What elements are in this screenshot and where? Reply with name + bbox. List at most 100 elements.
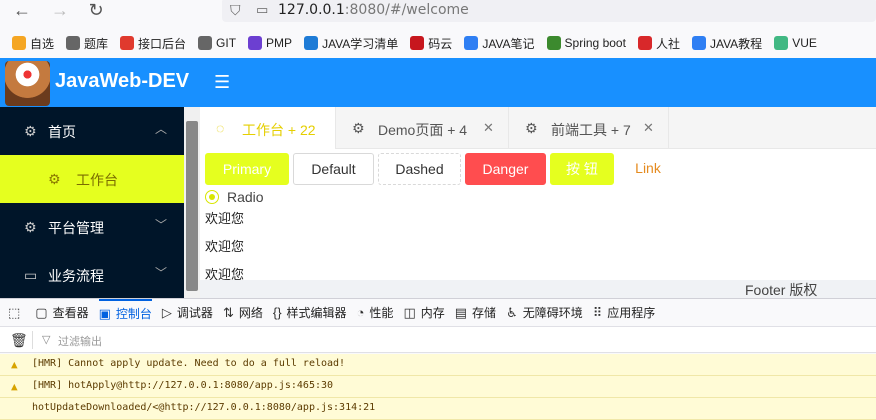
bookmark-favicon-icon (464, 36, 479, 50)
bookmark-label: VUE (792, 36, 817, 50)
link-button[interactable]: Link (618, 153, 678, 185)
filter-icon: ▽ (42, 334, 51, 346)
filter-input[interactable]: 过滤输出 (58, 333, 102, 349)
bookmark-favicon-icon (304, 36, 319, 50)
bookmark-item[interactable]: Spring boot (546, 36, 626, 50)
chevron-down-icon: ﹀ (155, 266, 168, 280)
danger-button[interactable]: Danger (465, 153, 546, 185)
radio-dot[interactable] (205, 190, 219, 204)
bookmark-item[interactable]: JAVA教程 (691, 35, 763, 52)
bookmark-item[interactable]: 人社 (637, 35, 680, 52)
forward-icon[interactable]: → (48, 0, 72, 20)
bookmark-item[interactable]: 题库 (66, 35, 108, 52)
picker-icon[interactable]: ⬚ (8, 299, 25, 327)
radio-option[interactable]: Radio (205, 187, 264, 207)
bookmark-label: 码云 (428, 36, 453, 51)
tab-storage[interactable]: ▤ 存储 (455, 299, 496, 327)
tab-frontend-tools[interactable]: ⚙ 前端工具 + 7 ✕ (509, 107, 669, 149)
tab-accessibility[interactable]: ♿ 无障碍环境 (506, 299, 583, 327)
bookmark-label: JAVA学习清单 (322, 36, 399, 51)
bookmark-item[interactable]: PMP (248, 36, 292, 50)
devtools-tab-bar: ⬚ ▢ 查看器 ▣ 控制台 ▷ 调试器 ⇅ 网络 {} 样式编辑器 ◔ 性能 ◫ 内存 ▤ 存储… (0, 298, 876, 327)
tab-memory[interactable]: ◫ 内存 (403, 299, 444, 327)
url-text[interactable]: 127.0.0.1:8080/#/welcome (278, 2, 469, 18)
network-icon: ⇅ (222, 304, 234, 320)
tab-label: 前端工具 + 7 (551, 122, 631, 138)
desktop-icon: ▭ (24, 267, 38, 283)
bookmark-label: 接口后台 (138, 36, 187, 51)
tab-label: Demo页面 + 4 (378, 122, 468, 138)
tab-demo[interactable]: ⚙ Demo页面 + 4 ✕ (336, 107, 509, 149)
tab-performance[interactable]: ◔ 性能 (357, 299, 394, 327)
gear-icon: ⚙ (48, 171, 61, 187)
app-title: JavaWeb-DEV (55, 70, 190, 92)
warning-icon: ▲ (11, 358, 18, 371)
gear-icon: ⚙ (525, 120, 538, 136)
bookmark-favicon-icon (774, 36, 789, 50)
tab-debugger[interactable]: ▷ 调试器 (162, 299, 213, 327)
app-header: JavaWeb-DEV ☰ (0, 58, 876, 107)
radio-label: Radio (227, 189, 264, 205)
bookmark-item[interactable]: JAVA学习清单 (304, 35, 398, 52)
default-button[interactable]: Default (293, 153, 374, 185)
accessibility-icon: ♿ (506, 304, 518, 320)
trash-icon[interactable]: 🗑 (10, 332, 28, 349)
tab-bar: ◌ 工作台 + 22 ⚙ Demo页面 + 4 ✕ ⚙ 前端工具 + 7 ✕ (200, 107, 876, 149)
main-content: ◌ 工作台 + 22 ⚙ Demo页面 + 4 ✕ ⚙ 前端工具 + 7 ✕ P… (200, 107, 876, 298)
sidebar-item-platform[interactable]: ⚙ 平台管理 ﹀ (0, 203, 184, 251)
dashed-button[interactable]: Dashed (378, 153, 461, 185)
bookmark-item[interactable]: GIT (198, 36, 236, 50)
warning-icon: ▲ (11, 380, 18, 393)
url-bar[interactable]: ⛉ ▭ 127.0.0.1:8080/#/welcome (222, 0, 876, 22)
bookmark-favicon-icon (691, 36, 706, 50)
back-icon[interactable]: ← (10, 0, 34, 20)
shield-icon[interactable]: ⛉ (230, 2, 246, 19)
close-icon[interactable]: ✕ (483, 120, 494, 136)
bookmark-label: JAVA教程 (709, 36, 763, 51)
bookmark-label: JAVA笔记 (482, 36, 535, 51)
bookmark-favicon-icon (198, 36, 213, 50)
footer-text: Footer 版权 (745, 282, 818, 298)
bookmark-item[interactable]: JAVA笔记 (464, 35, 535, 52)
console-log-line[interactable]: ▲ [HMR] Cannot apply update. Need to do … (0, 354, 876, 376)
sidebar-item-label: 平台管理 (48, 220, 104, 236)
menu-fold-icon[interactable]: ☰ (214, 72, 230, 93)
bookmark-favicon-icon (546, 36, 561, 50)
storage-icon: ▤ (454, 304, 468, 320)
divider (32, 331, 33, 349)
bookmarks-bar: 自选 题库 接口后台 GIT PMP JAVA学习清单 码云 JAVA笔记 Spring boo… (0, 28, 876, 58)
braces-icon: {} (272, 305, 282, 320)
tab-inspector[interactable]: ▢ 查看器 (35, 299, 88, 327)
reload-icon[interactable]: ↻ (84, 0, 108, 20)
tab-workbench[interactable]: ◌ 工作台 + 22 (200, 107, 336, 149)
console-log-line[interactable]: ▲ [HMR] hotApply@http://127.0.0.1:8080/a… (0, 376, 876, 398)
bookmark-favicon-icon (12, 36, 26, 50)
inspector-icon: ▢ (35, 304, 48, 320)
tab-label: 工作台 + 22 (242, 122, 316, 138)
bookmark-item[interactable]: 接口后台 (120, 35, 186, 52)
memory-icon: ◫ (403, 304, 416, 320)
console-log-line[interactable]: hotUpdateDownloaded/<@http://127.0.0.1:8… (0, 398, 876, 420)
close-icon[interactable]: ✕ (643, 120, 654, 136)
sidebar-scrollbar[interactable] (184, 107, 200, 298)
bookmark-item[interactable]: 码云 (410, 35, 452, 52)
tab-style-editor[interactable]: {} 样式编辑器 (273, 299, 347, 327)
bookmark-item[interactable]: 自选 (12, 35, 54, 52)
bookmark-item[interactable]: VUE (774, 36, 817, 50)
tab-console[interactable]: ▣ 控制台 (98, 298, 152, 327)
scrollbar-thumb[interactable] (186, 121, 198, 291)
sidebar-item-workbench[interactable]: ⚙ 工作台 (0, 155, 184, 203)
sidebar-item-home[interactable]: ⚙ 首页 ︿ (0, 107, 184, 155)
bookmark-favicon-icon (410, 36, 425, 50)
bookmark-favicon-icon (66, 36, 81, 50)
footer: Footer 版权 (200, 280, 876, 298)
tab-network[interactable]: ⇅ 网络 (223, 299, 263, 327)
loading-icon: ◌ (216, 120, 225, 136)
bookmark-label: GIT (216, 36, 237, 50)
sidebar-item-label: 业务流程 (48, 268, 104, 284)
browser-nav-bar: ← → ↻ ⛉ ▭ 127.0.0.1:8080/#/welcome (0, 0, 876, 28)
sidebar-item-process[interactable]: ▭ 业务流程 ﹀ (0, 251, 184, 298)
primary-button[interactable]: Primary (205, 153, 289, 185)
tab-application[interactable]: ⠿ 应用程序 (593, 299, 656, 327)
cn-button[interactable]: 按 钮 (550, 153, 614, 185)
